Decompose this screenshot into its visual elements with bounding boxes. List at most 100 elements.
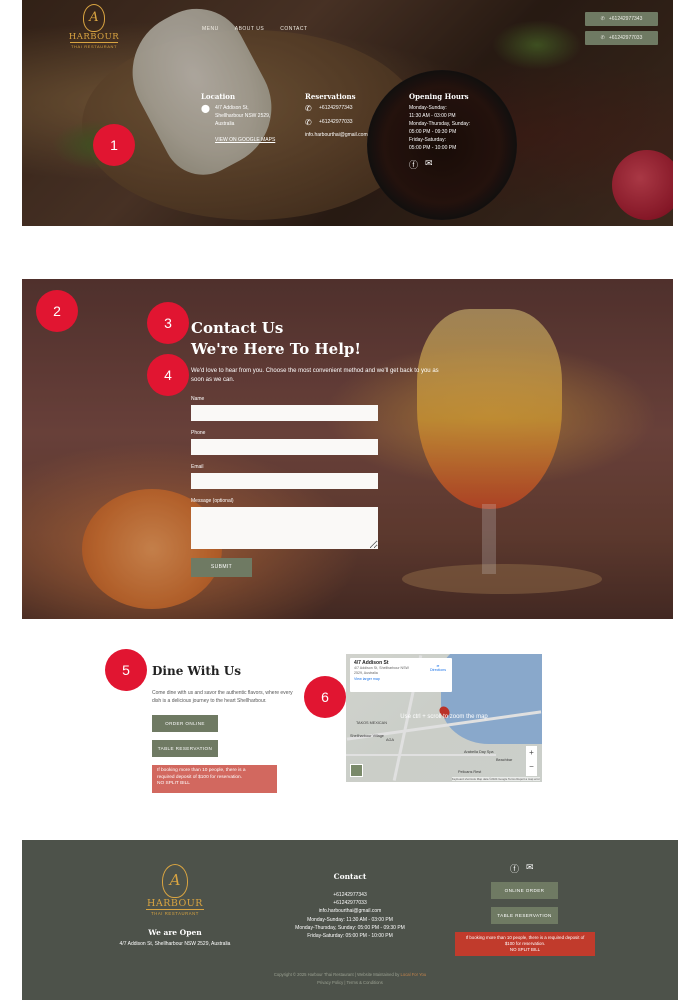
order-online-button[interactable]: ORDER ONLINE <box>152 715 218 732</box>
map-attribution: Keyboard shortcuts Map data ©2024 Google… <box>451 777 540 781</box>
logo-subtitle: THAI RESTAURANT <box>146 909 204 916</box>
footer-address: 4/7 Addison St, Shellharbour NSW 2529, A… <box>119 941 231 947</box>
logo-name: HARBOUR <box>68 32 120 42</box>
hours-line: 05:00 PM - 09:30 PM <box>409 129 457 135</box>
annotation-marker-2: 2 <box>36 290 78 332</box>
footer-hours: Friday-Saturday: 05:00 PM - 10:00 PM <box>307 933 393 940</box>
footer-booking-notice: If booking more than 10 people, there is… <box>455 932 595 956</box>
reservation-email[interactable]: info.harbourthai@gmail.com <box>305 131 368 139</box>
hero-hours: Opening Hours Monday-Sunday: 11:30 AM - … <box>409 92 470 173</box>
table-reservation-button[interactable]: TABLE RESERVATION <box>152 740 218 757</box>
reservations-heading: Reservations <box>305 92 356 101</box>
dine-description: Come dine with us and savor the authenti… <box>152 690 293 704</box>
booking-notice: If booking more than 10 people, there is… <box>152 765 277 793</box>
hours-line: Monday-Sunday: <box>409 105 447 111</box>
message-field[interactable] <box>191 507 378 549</box>
google-map-embed[interactable]: TAKOS MEXICAN Shellharbour Village AGA A… <box>346 654 542 782</box>
nav-item-menu[interactable]: MENU <box>202 26 219 32</box>
nav-item-contact[interactable]: CONTACT <box>280 26 307 32</box>
email-icon[interactable]: ✉ <box>526 862 534 875</box>
hours-line: 05:00 PM - 10:00 PM <box>409 145 457 151</box>
address-line: Australia <box>215 121 235 127</box>
maintainer-link[interactable]: Local For You <box>401 972 427 977</box>
footer-phone[interactable]: +61242977033 <box>270 899 430 907</box>
phone-icon: ✆ <box>600 35 605 41</box>
hero-reservations: Reservations ✆ +61242977343 ✆ +61242977033… <box>305 92 368 139</box>
logo-emblem: A <box>83 4 105 32</box>
phone-icon: ✆ <box>305 104 312 113</box>
dine-title: Dine With Us <box>152 664 241 678</box>
email-field[interactable] <box>191 473 378 489</box>
brand-logo[interactable]: A HARBOUR THAI RESTAURANT <box>64 4 124 54</box>
facebook-icon[interactable]: ⓕ <box>510 862 519 875</box>
google-maps-link[interactable]: VIEW ON GOOGLE MAPS <box>215 137 275 143</box>
contact-title: Contact Us We're Here To Help! <box>191 318 361 360</box>
hours-heading: Opening Hours <box>409 92 469 101</box>
annotation-marker-5: 5 <box>105 649 147 691</box>
notice-line: If booking more than 10 people, there is… <box>465 935 585 940</box>
address-line: 4/7 Addison St, <box>215 105 249 111</box>
top-phone-button-2[interactable]: ✆ +61242977033 <box>585 31 658 45</box>
contact-section: Contact Us We're Here To Help! We'd love… <box>22 279 673 619</box>
map-zoom-controls: + − <box>526 746 537 776</box>
main-nav: MENU ABOUT US CONTACT <box>202 26 308 32</box>
footer-phone[interactable]: +61242977343 <box>270 891 430 899</box>
submit-button[interactable]: SUBMIT <box>191 558 252 577</box>
logo-subtitle: THAI RESTAURANT <box>70 42 118 49</box>
hero-social: ⓕ ✉ <box>409 158 433 171</box>
phone-icon: ✆ <box>305 118 312 127</box>
hero-section: A HARBOUR THAI RESTAURANT MENU ABOUT US … <box>22 0 673 226</box>
reservation-phone[interactable]: +61242977033 <box>319 118 353 127</box>
footer-contact: Contact +61242977343 +61242977033 info.h… <box>270 872 430 940</box>
map-place-card: 4/7 Addison St 4/7 Addison St, Shellharb… <box>350 658 452 692</box>
footer-social: ⓕ ✉ <box>510 862 534 875</box>
hours-line: 11:30 AM - 03:00 PM <box>409 113 456 119</box>
hours-line: Friday-Saturday: <box>409 137 446 143</box>
map-satellite-toggle[interactable] <box>350 764 363 777</box>
map-directions-button[interactable]: ➦ Directions <box>430 664 446 672</box>
zoom-in-button[interactable]: + <box>526 746 537 760</box>
email-label: Email <box>191 464 204 470</box>
phone-icon: ✆ <box>600 16 605 22</box>
reservation-phone[interactable]: +61242977343 <box>319 104 353 113</box>
footer-table-reservation-button[interactable]: TABLE RESERVATION <box>491 907 558 924</box>
annotation-marker-1: 1 <box>93 124 135 166</box>
phone-label: Phone <box>191 430 206 436</box>
map-zoom-hint: Use ctrl + scroll to zoom the map <box>400 714 488 720</box>
logo-name: HARBOUR <box>147 898 203 909</box>
annotation-marker-6: 6 <box>304 676 346 718</box>
site-footer: A HARBOUR THAI RESTAURANT We are Open 4/… <box>22 840 678 1000</box>
top-phone-button-1[interactable]: ✆ +61242977343 <box>585 12 658 26</box>
map-pin-icon: ⬤ <box>201 104 210 113</box>
footer-email[interactable]: info.harbourthai@gmail.com <box>270 907 430 915</box>
name-label: Name <box>191 396 205 402</box>
map-directions-label: Directions <box>430 668 446 672</box>
address-line: Shellharbour NSW 2529, <box>215 113 271 119</box>
annotation-marker-3: 3 <box>147 302 189 344</box>
contact-title-line1: Contact Us <box>191 319 284 337</box>
legal-links[interactable]: Privacy Policy | Terms & Conditions <box>22 979 678 987</box>
footer-logo[interactable]: A HARBOUR THAI RESTAURANT <box>140 864 210 916</box>
footer-hours: Monday-Thursday, Sunday: 05:00 PM - 09:3… <box>295 924 405 931</box>
facebook-icon[interactable]: ⓕ <box>409 158 418 171</box>
notice-line: NO SPLIT BILL <box>157 781 190 786</box>
zoom-out-button[interactable]: − <box>526 760 537 774</box>
name-field[interactable] <box>191 405 378 421</box>
map-view-larger-link[interactable]: View larger map <box>354 677 448 681</box>
footer-copyright: Copyright © 2025 Harbour Thai Restaurant… <box>22 971 678 987</box>
nav-item-about[interactable]: ABOUT US <box>235 26 264 32</box>
message-label: Message (optional) <box>191 498 234 504</box>
location-heading: Location <box>201 92 236 101</box>
phone-field[interactable] <box>191 439 378 455</box>
hero-location: Location ⬤ 4/7 Addison St, Shellharbour … <box>201 92 275 146</box>
notice-line: NO SPLIT BILL <box>509 946 541 952</box>
annotation-marker-4: 4 <box>147 354 189 396</box>
top-phone-number: +61242977343 <box>608 16 643 22</box>
footer-open-heading: We are Open <box>148 928 202 937</box>
contact-title-line2: We're Here To Help! <box>191 340 361 358</box>
email-icon[interactable]: ✉ <box>425 158 433 171</box>
footer-online-order-button[interactable]: ONLINE ORDER <box>491 882 558 899</box>
top-phone-number: +61242977033 <box>608 35 643 41</box>
footer-hours: Monday-Sunday: 11:30 AM - 03:00 PM <box>307 916 393 923</box>
logo-emblem: A <box>162 864 188 898</box>
